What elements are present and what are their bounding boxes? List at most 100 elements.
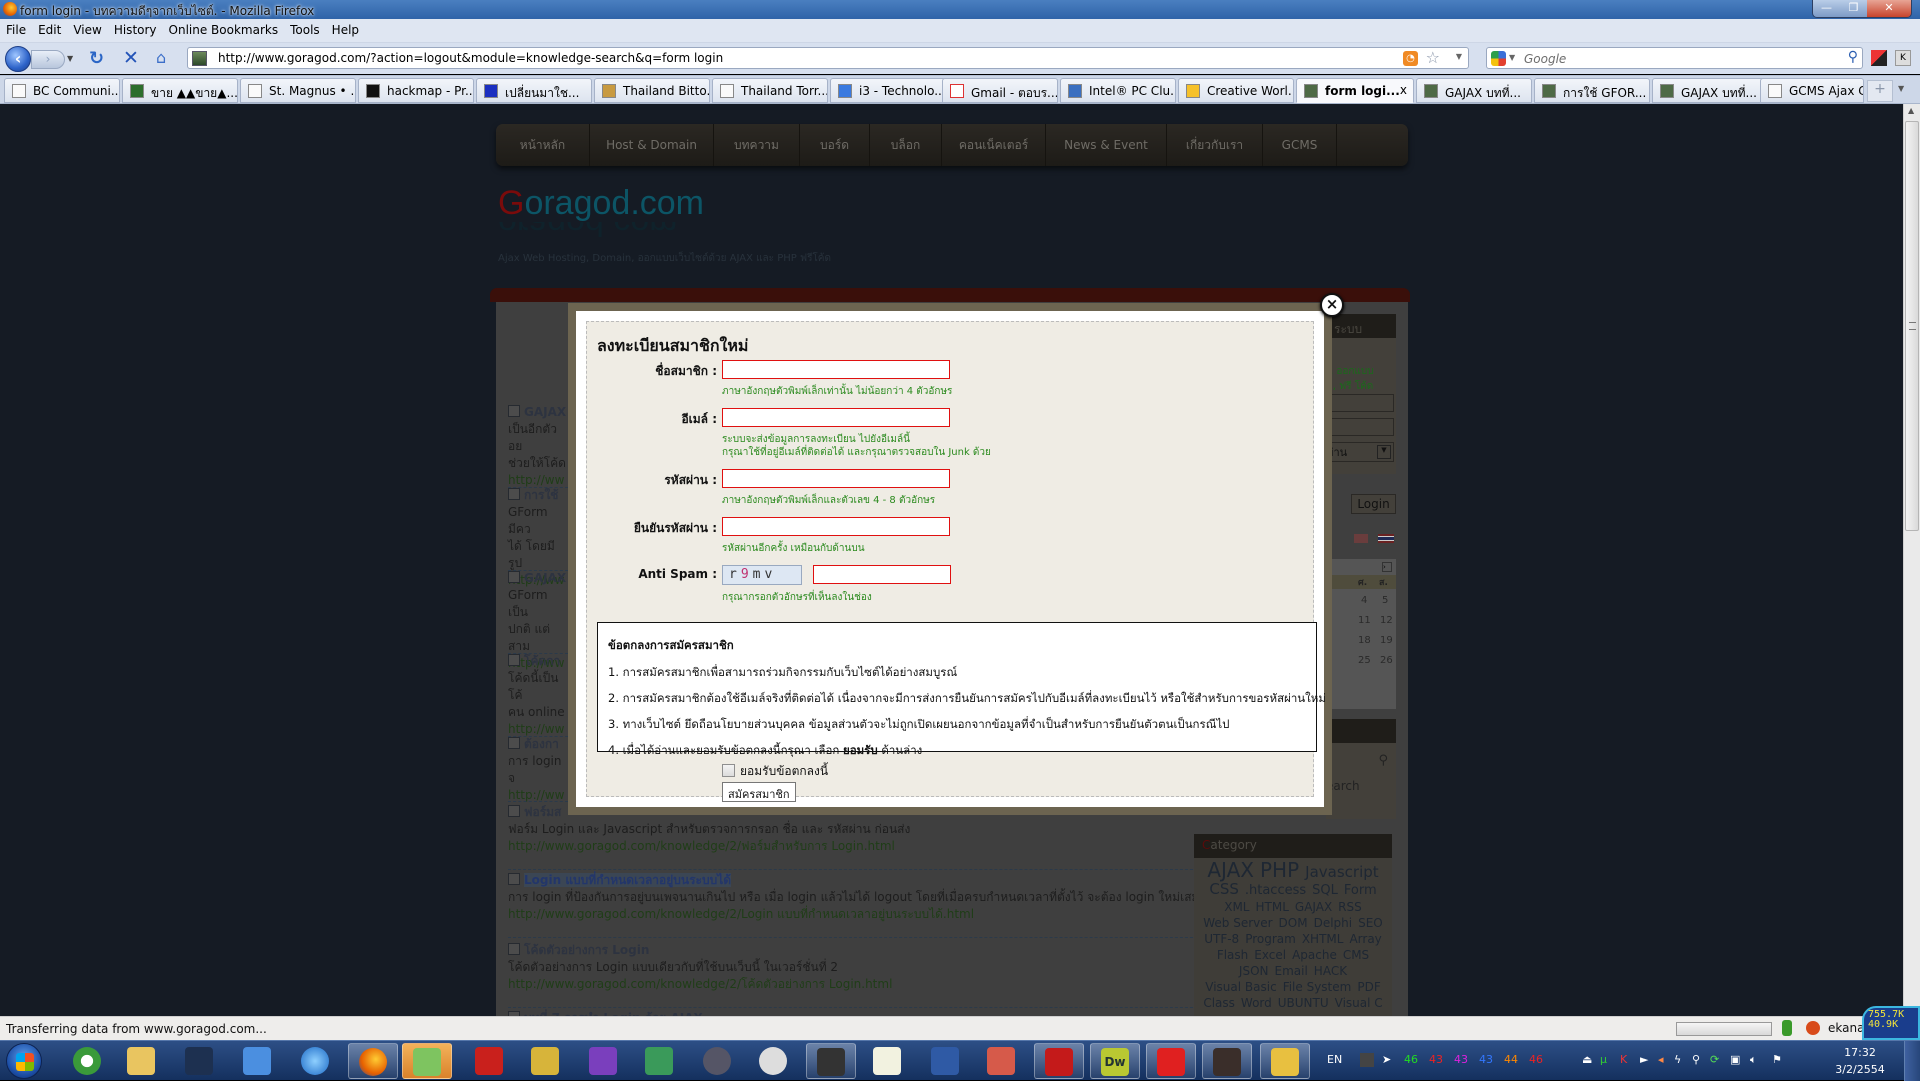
taskbar-app-utility2[interactable] [1260, 1043, 1310, 1079]
show-desktop-button[interactable] [1904, 1041, 1920, 1081]
password-input[interactable] [722, 469, 950, 488]
modal-close-button[interactable]: × [1320, 293, 1344, 317]
category-tag[interactable]: Class [1203, 995, 1235, 1011]
forward-button[interactable]: › [31, 50, 65, 69]
category-tag[interactable]: Flash [1217, 947, 1248, 963]
tab-active[interactable]: form logi... x [1296, 78, 1414, 103]
tray-arrow-icon[interactable]: ► [1640, 1053, 1648, 1066]
tab[interactable]: Intel® PC Clu... [1060, 78, 1176, 103]
login-password-input[interactable] [1326, 418, 1394, 436]
tray-flag-icon[interactable]: ⚑ [1772, 1053, 1782, 1066]
category-tag[interactable]: CMS [1343, 947, 1369, 963]
kaspersky-icon[interactable] [1871, 50, 1887, 66]
category-tag[interactable]: Excel [1254, 947, 1286, 963]
category-tag[interactable]: Delphi [1314, 915, 1353, 931]
menu-tools[interactable]: Tools [284, 19, 326, 37]
menu-edit[interactable]: Edit [32, 19, 67, 37]
site-menu-news[interactable]: News & Event [1046, 124, 1167, 166]
tray-bluetooth-icon[interactable]: ϟ [1674, 1053, 1681, 1066]
calendar-next-icon[interactable]: › [1382, 562, 1392, 572]
agree-checkbox[interactable] [722, 764, 735, 777]
article-title[interactable]: ต้องกา [524, 737, 559, 751]
article-title[interactable]: GAJAX [524, 405, 566, 419]
tray-mount-icon[interactable]: ⏏ [1582, 1053, 1592, 1066]
history-dropdown-icon[interactable]: ▼ [67, 54, 73, 63]
taskbar-app-kmplayer[interactable] [174, 1043, 224, 1079]
category-tag[interactable]: Array [1349, 931, 1381, 947]
menu-online-bookmarks[interactable]: Online Bookmarks [163, 19, 285, 37]
article-url[interactable]: http://www.goragod.com/knowledge/2/โค้ดต… [508, 976, 1228, 993]
taskbar-app-explorer[interactable] [116, 1043, 166, 1079]
tab[interactable]: การใช้ GFOR... [1534, 78, 1650, 103]
taskbar-app-dreamweaver[interactable]: Dw [1090, 1043, 1140, 1079]
thai-flag-icon[interactable] [1378, 534, 1394, 543]
search-input[interactable]: Google [1524, 52, 1566, 66]
article-url[interactable]: http://www.goragod.com/knowledge/2/ฟอร์ม… [508, 838, 1228, 855]
category-tag[interactable]: CSS [1209, 881, 1239, 897]
category-tag[interactable]: SQL [1312, 883, 1338, 899]
tab[interactable]: i3 - Technolo... [830, 78, 946, 103]
calendar-date[interactable]: 19 [1380, 631, 1393, 651]
tab[interactable]: hackmap - Pr... [358, 78, 474, 103]
tray-kaspersky-icon[interactable]: K [1620, 1053, 1627, 1066]
rss-icon[interactable]: ◔ [1403, 51, 1418, 66]
tab[interactable]: Gmail - ตอบร... [942, 78, 1058, 103]
site-search-icon[interactable]: ⚲ [1378, 753, 1388, 768]
calendar-date[interactable]: 25 [1358, 651, 1371, 671]
category-tag[interactable]: RSS [1338, 899, 1362, 915]
category-tag[interactable]: PHP [1260, 860, 1299, 880]
tray-sync-icon[interactable]: ⟳ [1710, 1053, 1719, 1066]
site-menu-board[interactable]: บอร์ด [800, 124, 870, 166]
tab[interactable]: Thailand Bitto... [594, 78, 710, 103]
tray-app-icon[interactable] [1360, 1053, 1374, 1067]
tab[interactable]: GAJAX บทที่... [1652, 78, 1768, 103]
tab[interactable]: St. Magnus • ... [240, 78, 356, 103]
url-bar[interactable]: http://www.goragod.com/?action=logout&mo… [187, 47, 1469, 69]
category-tag[interactable]: UBUNTU [1278, 995, 1329, 1011]
clock[interactable]: 17:32 3/2/2554 [1830, 1044, 1890, 1078]
login-username-input[interactable] [1326, 394, 1394, 412]
url-text[interactable]: http://www.goragod.com/?action=logout&mo… [218, 51, 723, 65]
back-button[interactable]: ‹ [5, 46, 31, 72]
category-tag[interactable]: .htaccess [1245, 883, 1306, 899]
taskbar-app-mediaplayer[interactable] [232, 1043, 282, 1079]
category-tag[interactable]: JSON [1239, 963, 1269, 979]
vertical-scrollbar[interactable]: ▲ [1903, 104, 1920, 1016]
calendar-date[interactable]: 12 [1380, 611, 1393, 631]
category-tag[interactable]: AJAX [1207, 860, 1254, 880]
site-menu-about[interactable]: เกี่ยวกับเรา [1167, 124, 1263, 166]
taskbar-app-utility[interactable] [692, 1043, 742, 1079]
engine-dropdown-icon[interactable]: ▼ [1509, 53, 1515, 62]
taskbar-app-notes[interactable] [976, 1043, 1026, 1079]
calendar-date[interactable]: 18 [1358, 631, 1371, 651]
category-tag[interactable]: PDF [1357, 979, 1380, 995]
reload-icon[interactable]: ↻ [89, 48, 104, 69]
bookmark-star-icon[interactable]: ☆ [1426, 48, 1440, 67]
menu-view[interactable]: View [67, 19, 107, 37]
site-menu-home[interactable]: หน้าหลัก [496, 124, 590, 166]
email-input[interactable] [722, 408, 950, 427]
search-magnifier-icon[interactable]: ⚲ [1848, 49, 1858, 65]
category-tag[interactable]: Form [1344, 883, 1377, 899]
article-url[interactable]: http://ww [508, 787, 568, 804]
site-menu-gcms[interactable]: GCMS [1263, 124, 1337, 166]
category-tag[interactable]: Javascript [1305, 864, 1378, 880]
calendar-date[interactable]: 4 [1361, 591, 1367, 611]
start-button[interactable] [6, 1043, 42, 1079]
maximize-button[interactable]: ❐ [1840, 0, 1867, 17]
taskbar-app-messenger[interactable] [402, 1043, 452, 1079]
tray-speaker-red-icon[interactable]: ◂ [1658, 1053, 1664, 1066]
google-engine-icon[interactable] [1491, 51, 1506, 66]
category-tag[interactable]: Apache [1292, 947, 1337, 963]
taskbar-app-network[interactable] [634, 1043, 684, 1079]
english-flag-icon[interactable] [1354, 534, 1368, 543]
article-title[interactable]: ฟอร์มส [524, 805, 561, 819]
taskbar-app-adobe-reader[interactable] [1034, 1043, 1084, 1079]
addon-tag-icon[interactable] [1782, 1020, 1792, 1036]
tray-volume-icon[interactable]: 🔈︎ [1750, 1053, 1757, 1067]
article-title[interactable]: โค้ดตัวอย่างการ Login [524, 943, 649, 957]
tray-cursor-icon[interactable]: ➤ [1382, 1053, 1391, 1066]
taskbar-app-tool2[interactable] [920, 1043, 970, 1079]
username-input[interactable] [722, 360, 950, 379]
taskbar-app-game2[interactable] [1146, 1043, 1196, 1079]
